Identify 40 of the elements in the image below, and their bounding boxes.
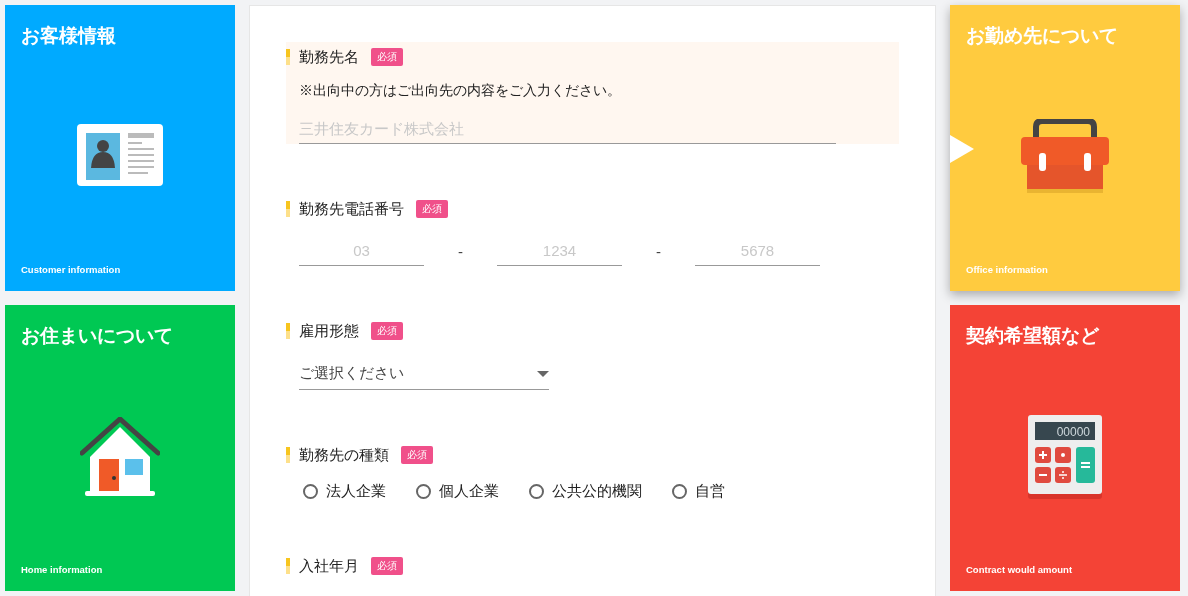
separator: - <box>655 242 662 260</box>
label-marker <box>286 447 290 463</box>
radio-option[interactable]: 個人企業 <box>416 482 499 501</box>
radio-button[interactable] <box>529 484 544 499</box>
caret-icon <box>537 370 549 377</box>
note-text: ※出向中の方はご出向先の内容をご入力ください。 <box>299 82 622 100</box>
required-badge: 必須 <box>401 446 433 464</box>
label-marker <box>286 49 290 65</box>
field-label: 勤務先名 <box>299 47 359 67</box>
radio-option[interactable]: 自営 <box>672 482 725 501</box>
card-subtitle: Office information <box>966 264 1049 275</box>
card-subtitle: Contract would amount <box>966 564 1074 575</box>
field-label: 雇用形態 <box>299 321 359 341</box>
label-marker <box>286 558 290 574</box>
field-label: 入社年月 <box>299 556 359 576</box>
radio-option[interactable]: 公共公的機関 <box>529 482 642 501</box>
calculator-icon: 00000 <box>1028 414 1102 499</box>
toolbox-icon <box>1021 118 1109 195</box>
card-title: お住まいについて <box>21 324 174 348</box>
field-label: 勤務先の種類 <box>299 445 389 465</box>
field-label: 勤務先電話番号 <box>299 199 404 219</box>
house-icon <box>80 416 160 497</box>
category-card[interactable]: 契約希望額など 00000 Contract would amount <box>950 305 1180 591</box>
required-badge: 必須 <box>371 322 403 340</box>
label-marker <box>286 201 290 217</box>
required-badge: 必須 <box>416 200 448 218</box>
radio-option[interactable]: 法人企業 <box>303 482 386 501</box>
select-field[interactable]: ご選択ください <box>299 358 549 390</box>
separator: - <box>457 242 464 260</box>
radio-button[interactable] <box>672 484 687 499</box>
card-title: 契約希望額など <box>966 324 1100 348</box>
required-badge: 必須 <box>371 48 403 66</box>
label-marker <box>286 323 290 339</box>
card-subtitle: Home information <box>21 564 104 575</box>
card-title: お勤め先について <box>966 24 1119 48</box>
card-subtitle: Customer information <box>21 264 122 275</box>
card-title: お客様情報 <box>21 24 117 48</box>
required-badge: 必須 <box>371 557 403 575</box>
radio-button[interactable] <box>416 484 431 499</box>
radio-button[interactable] <box>303 484 318 499</box>
